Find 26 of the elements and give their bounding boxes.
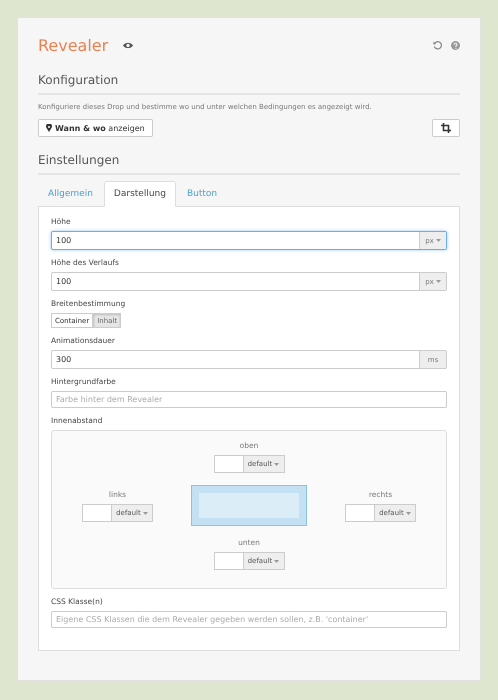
help-icon[interactable] <box>451 41 460 50</box>
eye-icon[interactable] <box>123 42 134 49</box>
input-field[interactable]: Farbe hinter dem Revealer <box>51 391 447 408</box>
caret-icon <box>406 512 411 514</box>
drop-title: Revealer <box>38 36 108 55</box>
caret-icon <box>436 239 441 242</box>
crop-button[interactable] <box>432 119 460 137</box>
section-heading: Einstellungen <box>38 153 460 175</box>
input-value: 100 <box>55 276 72 288</box>
undo-icon[interactable] <box>433 41 442 50</box>
padding-input[interactable] <box>214 455 244 473</box>
caret-icon <box>436 280 441 283</box>
tab[interactable]: Darstellung <box>104 181 176 207</box>
section-heading: Konfiguration <box>38 73 460 95</box>
input-value: 300 <box>55 354 72 366</box>
padding-input[interactable] <box>214 552 244 570</box>
padding-input[interactable] <box>82 504 112 522</box>
caret-icon <box>142 512 148 514</box>
show-conditions-button[interactable]: Wann & wo anzeigen <box>38 119 153 137</box>
input-field[interactable]: Eigene CSS Klassen die dem Revealer gegeben werden sollen, z.B. 'container' <box>51 611 447 628</box>
map-pin-icon <box>46 124 52 132</box>
caret-icon <box>274 560 280 563</box>
input-value: 100 <box>55 235 72 247</box>
caret-icon <box>274 463 280 466</box>
crop-icon <box>441 123 451 133</box>
padding-input[interactable] <box>345 504 375 522</box>
